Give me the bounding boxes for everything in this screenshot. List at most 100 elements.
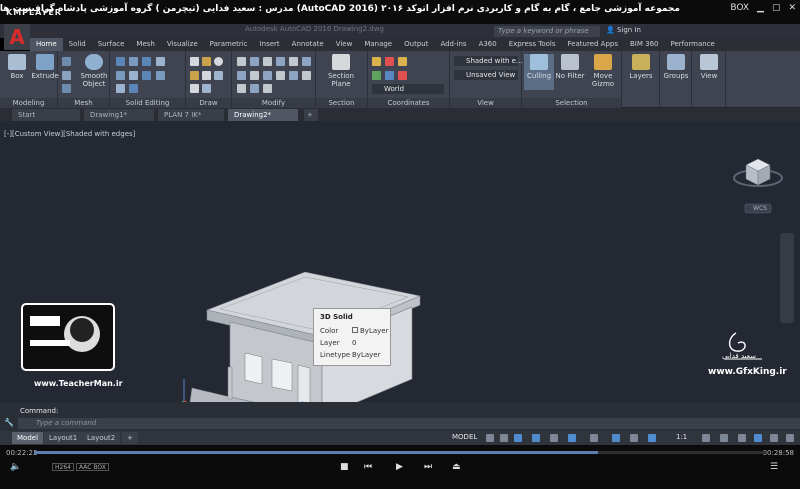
layout-tab[interactable]: Model [12, 432, 44, 444]
ucs-x-icon[interactable] [372, 71, 381, 80]
ucs-z-icon[interactable] [398, 71, 407, 80]
move-gizmo-button[interactable]: Move Gizmo [588, 54, 618, 88]
selection-cycling-icon[interactable] [630, 434, 638, 442]
eject-icon[interactable]: ⏏ [452, 462, 461, 472]
circle-icon[interactable] [214, 57, 223, 66]
extract-edges-icon[interactable] [129, 71, 138, 80]
next-icon[interactable]: ⏭ [424, 462, 432, 472]
dynamic-ucs-icon[interactable] [514, 434, 522, 442]
tab-add-ins[interactable]: Add-ins [434, 38, 472, 51]
view-panel-button[interactable]: View [694, 54, 724, 80]
culling-button[interactable]: Culling [524, 54, 554, 90]
playlist-icon[interactable]: ☰ [770, 462, 778, 472]
tab-surface[interactable]: Surface [92, 38, 131, 51]
offset-icon[interactable] [276, 71, 285, 80]
union-icon[interactable] [116, 57, 125, 66]
layers-button[interactable]: Layers [626, 54, 656, 80]
annotation-scale[interactable]: 1:1 [676, 433, 687, 441]
rectangle-icon[interactable] [202, 71, 211, 80]
gear-icon[interactable] [720, 434, 728, 442]
slice-icon[interactable] [156, 57, 165, 66]
stretch-icon[interactable] [237, 71, 246, 80]
smooth-object-button[interactable]: Smooth Object [80, 54, 108, 88]
hatch-icon[interactable] [214, 71, 223, 80]
document-tab[interactable]: Drawing2* [228, 109, 298, 121]
document-tab[interactable]: Drawing1* [84, 109, 154, 121]
tab-insert[interactable]: Insert [254, 38, 286, 51]
explode-icon[interactable] [289, 71, 298, 80]
model-space-toggle[interactable]: MODEL [452, 433, 477, 441]
snap-icon[interactable] [500, 434, 508, 442]
tab-performance[interactable]: Performance [664, 38, 720, 51]
new-tab-icon[interactable]: + [304, 109, 318, 121]
line-icon[interactable] [190, 57, 199, 66]
navigation-bar[interactable] [780, 233, 794, 323]
tab-visualize[interactable]: Visualize [161, 38, 204, 51]
thicken-icon[interactable] [156, 71, 165, 80]
3d-array-icon[interactable] [263, 84, 272, 93]
arc-icon[interactable] [190, 71, 199, 80]
osnap-icon[interactable] [550, 434, 558, 442]
document-tab[interactable]: Start [12, 109, 80, 121]
fillet-icon[interactable] [302, 57, 311, 66]
groups-button[interactable]: Groups [661, 54, 691, 80]
ellipse-icon[interactable] [202, 84, 211, 93]
previous-icon[interactable]: ⏮ [364, 462, 372, 472]
erase-icon[interactable] [302, 71, 311, 80]
scale-icon[interactable] [250, 71, 259, 80]
tab-featured-apps[interactable]: Featured Apps [562, 38, 624, 51]
polyline-icon[interactable] [202, 57, 211, 66]
document-tab[interactable]: PLAN 7 IK* [158, 109, 224, 121]
tab-annotate[interactable]: Annotate [286, 38, 330, 51]
close-icon[interactable]: ✕ [788, 3, 796, 13]
customize-icon[interactable] [786, 434, 794, 442]
polygon-icon[interactable] [190, 84, 199, 93]
workspace-icon[interactable] [702, 434, 710, 442]
tab-view[interactable]: View [330, 38, 359, 51]
layout-tab[interactable]: Layout2 [82, 432, 121, 444]
transparency-icon[interactable] [612, 434, 620, 442]
named-view-dropdown[interactable]: Unsaved View [454, 70, 518, 80]
section-plane-button[interactable]: Section Plane [326, 54, 356, 88]
seek-bar[interactable] [34, 451, 766, 454]
mirror-icon[interactable] [289, 57, 298, 66]
player-box-label[interactable]: BOX [730, 3, 749, 13]
clean-screen-icon[interactable] [770, 434, 778, 442]
imprint-icon[interactable] [129, 84, 138, 93]
sign-in-link[interactable]: 👤 Sign In [606, 26, 641, 34]
autocad-app-button-icon[interactable]: A [4, 24, 30, 50]
shell-icon[interactable] [142, 71, 151, 80]
subtract-icon[interactable] [129, 57, 138, 66]
ucs-y-icon[interactable] [385, 71, 394, 80]
array-icon[interactable] [263, 71, 272, 80]
tab-parametric[interactable]: Parametric [204, 38, 254, 51]
volume-icon[interactable]: 🔈 [10, 462, 21, 472]
visual-style-dropdown[interactable]: Shaded with e... [454, 56, 523, 66]
3d-mirror-icon[interactable] [250, 84, 259, 93]
ucs-3point-icon[interactable] [398, 57, 407, 66]
layout-tab[interactable]: Layout1 [44, 432, 83, 444]
lineweight-icon[interactable] [590, 434, 598, 442]
wrench-icon[interactable]: 🔧 [4, 418, 14, 427]
tab-manage[interactable]: Manage [358, 38, 398, 51]
tab-express-tools[interactable]: Express Tools [503, 38, 562, 51]
extrude-button[interactable]: Extrude [30, 54, 60, 80]
new-layout-icon[interactable]: + [122, 432, 138, 444]
hardware-acceleration-icon[interactable] [754, 434, 762, 442]
minimize-icon[interactable]: ▁ [757, 3, 764, 13]
viewcube[interactable] [733, 158, 783, 187]
trim-icon[interactable] [263, 57, 272, 66]
rotate-icon[interactable] [250, 57, 259, 66]
ucs-world-dropdown[interactable]: World [372, 84, 444, 94]
align-icon[interactable] [237, 84, 246, 93]
maximize-icon[interactable]: ▢ [772, 3, 781, 13]
mesh-tool-icon[interactable] [62, 84, 71, 93]
annotation-visibility-icon[interactable] [648, 434, 656, 442]
play-icon[interactable]: ▶ [396, 462, 403, 472]
stop-icon[interactable]: ■ [340, 462, 349, 472]
isolate-icon[interactable] [738, 434, 746, 442]
search-input[interactable]: Type a keyword or phrase [494, 26, 600, 37]
ucs-origin-icon[interactable] [385, 57, 394, 66]
tab-bim-360[interactable]: BIM 360 [624, 38, 665, 51]
3d-osnap-icon[interactable] [568, 434, 576, 442]
